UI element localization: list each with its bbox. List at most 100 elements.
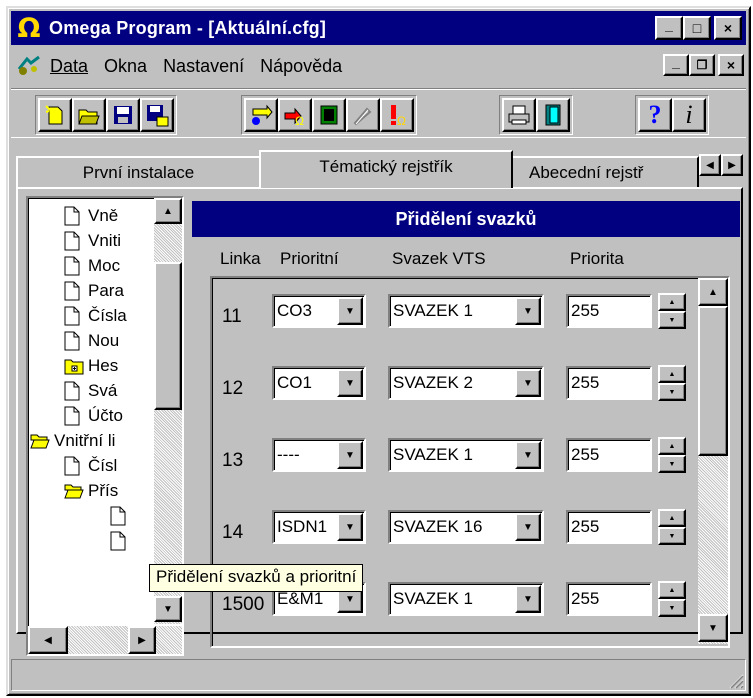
spin-up-icon[interactable]: ▲ [658,581,686,599]
menu-okna[interactable]: Okna [96,56,155,77]
child-close-button[interactable]: × [718,54,744,76]
svazek-select[interactable]: SVAZEK 1 ▼ [388,438,544,472]
scroll-up-icon[interactable]: ▲ [154,198,182,224]
row-linka: 1500 [222,594,265,615]
tree-vscroll-thumb[interactable] [154,262,182,410]
menu-data[interactable]: Data [42,56,96,77]
child-restore-button[interactable]: ❐ [689,54,715,76]
tree-item[interactable]: Nou [64,329,119,353]
svazek-select[interactable]: SVAZEK 16 ▼ [388,510,544,544]
scroll-down-icon[interactable]: ▼ [698,614,728,642]
tree-item[interactable]: Přís [64,479,118,503]
tab-scroll-right-icon[interactable]: ▶ [721,154,743,176]
info-icon[interactable]: i [672,98,706,132]
connect-icon[interactable] [244,98,278,132]
spin-down-icon[interactable]: ▼ [658,383,686,401]
tree-item[interactable] [110,504,134,528]
scroll-up-icon[interactable]: ▲ [698,278,728,306]
prioritni-select[interactable]: CO1 ▼ [272,366,366,400]
priorita-spinner[interactable]: ▲ ▼ [658,365,686,401]
spin-up-icon[interactable]: ▲ [658,293,686,311]
save-as-icon[interactable] [140,98,174,132]
tree-item[interactable]: Moc [64,254,120,278]
spin-down-icon[interactable]: ▼ [658,527,686,545]
tree-item[interactable]: Para [64,279,124,303]
scroll-left-icon[interactable]: ◀ [28,626,68,654]
priorita-spinner[interactable]: ▲ ▼ [658,581,686,617]
spin-up-icon[interactable]: ▲ [658,365,686,383]
minimize-button[interactable]: _ [655,16,683,40]
chevron-down-icon[interactable]: ▼ [337,441,363,469]
chevron-down-icon[interactable]: ▼ [515,441,541,469]
tab-prvni-instalace[interactable]: První instalace [16,156,261,188]
chip-icon[interactable] [312,98,346,132]
chevron-down-icon[interactable]: ▼ [337,513,363,541]
tree-item[interactable]: Účto [64,404,123,428]
svazek-select[interactable]: SVAZEK 1 ▼ [388,582,544,616]
prioritni-select[interactable]: CO3 ▼ [272,294,366,328]
tree-item[interactable]: Vně [64,204,118,228]
prioritni-select[interactable]: ISDN1 ▼ [272,510,366,544]
priorita-spinner[interactable]: ▲ ▼ [658,293,686,329]
open-folder-icon[interactable] [72,98,106,132]
priorita-input[interactable]: 255 [566,510,652,544]
spin-down-icon[interactable]: ▼ [658,311,686,329]
resize-grip-icon[interactable] [726,671,744,689]
scroll-right-icon[interactable]: ▶ [128,626,156,654]
menu-nastaveni[interactable]: Nastavení [155,56,252,77]
grid-vscroll-thumb[interactable] [698,306,728,456]
priorita-input[interactable]: 255 [566,366,652,400]
tree-item[interactable]: Vniti [64,229,121,253]
chevron-down-icon[interactable]: ▼ [515,297,541,325]
print-icon[interactable] [502,98,536,132]
document-menu-icon[interactable] [16,54,42,78]
tree-vertical-scrollbar[interactable]: ▲ ▼ [154,198,182,624]
chevron-down-icon[interactable]: ▼ [515,369,541,397]
prioritni-select[interactable]: ---- ▼ [272,438,366,472]
menu-napoveda[interactable]: Nápověda [252,56,350,77]
send-icon[interactable]: Ω [278,98,312,132]
tab-scroll-left-icon[interactable]: ◀ [699,154,721,176]
svazek-select[interactable]: SVAZEK 2 ▼ [388,366,544,400]
priorita-spinner[interactable]: ▲ ▼ [658,437,686,473]
title-bar[interactable]: Ω Omega Program - [Aktuální.cfg] _ □ × [11,11,746,45]
tab-abecedni-rejstrik[interactable]: Abecední rejstř [511,156,699,188]
help-icon[interactable]: ? [638,98,672,132]
priorita-input[interactable]: 255 [566,582,652,616]
maximize-button[interactable]: □ [683,16,711,40]
priorita-input[interactable]: 255 [566,294,652,328]
new-file-icon[interactable] [38,98,72,132]
spin-up-icon[interactable]: ▲ [658,437,686,455]
svazek-select[interactable]: SVAZEK 1 ▼ [388,294,544,328]
spin-down-icon[interactable]: ▼ [658,455,686,473]
close-button[interactable]: × [714,16,742,40]
maximize-icon: □ [692,20,702,36]
chevron-down-icon[interactable]: ▼ [337,297,363,325]
assignment-grid: 11 CO3 ▼ SVAZEK 1 ▼ 255 ▲ ▼ 12 CO1 ▼ SVAZEK … [210,276,730,648]
tab-tematicky-rejstrik[interactable]: Tématický rejstřík [259,150,513,188]
tree-item[interactable]: Svá [64,379,117,403]
grid-vertical-scrollbar[interactable]: ▲ ▼ [698,278,728,644]
priorita-input[interactable]: 255 [566,438,652,472]
tree-item[interactable]: Čísl [64,454,117,478]
spin-down-icon[interactable]: ▼ [658,599,686,617]
document-icon [64,380,84,402]
chevron-down-icon[interactable]: ▼ [515,585,541,613]
tree-item[interactable] [110,529,134,553]
exit-door-icon[interactable] [536,98,570,132]
scroll-down-icon[interactable]: ▼ [154,596,182,622]
tree-item[interactable]: Čísla [64,304,127,328]
toolbar-group-print [499,95,573,135]
chevron-down-icon[interactable]: ▼ [515,513,541,541]
chevron-down-icon[interactable]: ▼ [337,369,363,397]
alert-icon[interactable]: Ω [380,98,414,132]
child-minimize-button[interactable]: _ [663,54,689,76]
save-icon[interactable] [106,98,140,132]
spin-up-icon[interactable]: ▲ [658,509,686,527]
omega-icon[interactable]: Ω [15,13,43,44]
disabled-probe-icon[interactable] [346,98,380,132]
tree-horizontal-scrollbar[interactable]: ◀ ▶ [28,626,182,654]
tree-item[interactable]: Vnitřní li [30,429,115,453]
priorita-spinner[interactable]: ▲ ▼ [658,509,686,545]
tree-item[interactable]: Hes [64,354,118,378]
